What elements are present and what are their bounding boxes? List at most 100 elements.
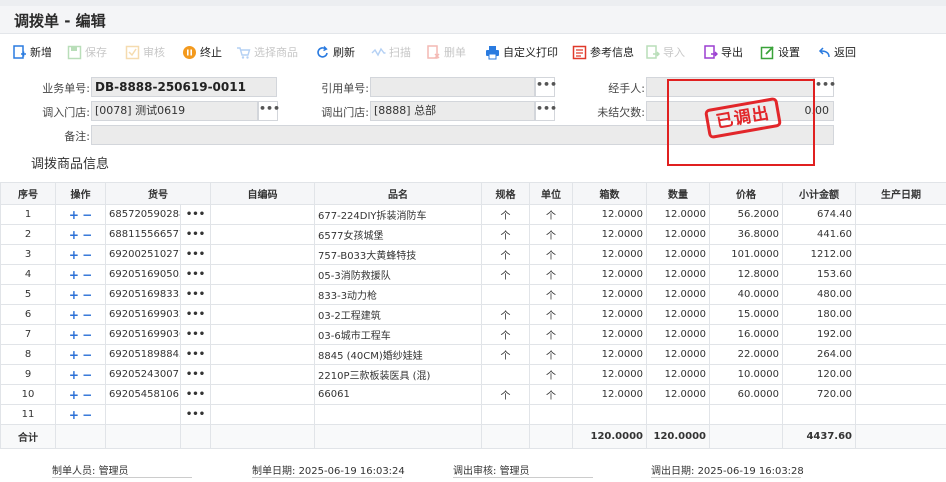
row-self-code[interactable]	[210, 324, 315, 345]
out-store-field[interactable]: [8888] 总部	[370, 101, 535, 121]
row-self-code[interactable]	[210, 364, 315, 385]
add-row-button[interactable]: +	[69, 268, 79, 282]
header-unit[interactable]: 单位	[529, 182, 573, 205]
row-prod-date[interactable]	[855, 284, 946, 305]
remove-row-button[interactable]: −	[82, 248, 92, 262]
remove-row-button[interactable]: −	[82, 268, 92, 282]
row-qty[interactable]: 12.0000	[646, 284, 710, 305]
row-price[interactable]: 60.0000	[709, 384, 783, 405]
table-row[interactable]: 11 + − •••	[0, 404, 946, 425]
table-row[interactable]: 9+ −6920524300711•••2210P三款板装医具 (混)个12.0…	[0, 364, 946, 385]
row-box[interactable]: 12.0000	[572, 224, 647, 245]
row-code-picker-button[interactable]: •••	[180, 224, 211, 245]
save-button[interactable]: 保存	[67, 43, 107, 61]
row-self-code[interactable]	[210, 244, 315, 265]
row-self-code[interactable]	[210, 344, 315, 365]
add-row-button[interactable]: +	[69, 288, 79, 302]
row-code[interactable]: 6920516990364	[105, 324, 181, 345]
row-code-picker-button[interactable]: •••	[180, 384, 211, 405]
row-prod-date[interactable]	[855, 364, 946, 385]
remove-row-button[interactable]: −	[82, 228, 92, 242]
row-prod-date[interactable]	[855, 344, 946, 365]
row-code-picker-button[interactable]: •••	[180, 264, 211, 285]
row-self-code[interactable]	[210, 264, 315, 285]
header-box[interactable]: 箱数	[572, 182, 647, 205]
row-code[interactable]: 6920516905030	[105, 264, 181, 285]
table-row[interactable]: 8+ −6920518988451•••8845 (40CM)婚纱娃娃个个12.…	[0, 344, 946, 365]
header-qty[interactable]: 数量	[646, 182, 710, 205]
add-row-button[interactable]: +	[69, 308, 79, 322]
table-row[interactable]: 7+ −6920516990364•••03-6城市工程车个个12.000012…	[0, 324, 946, 345]
row-code-picker-button[interactable]: •••	[180, 284, 211, 305]
row-prod-date[interactable]	[855, 204, 946, 225]
add-row-button[interactable]: +	[69, 348, 79, 362]
remove-row-button[interactable]: −	[82, 328, 92, 342]
audit-button[interactable]: 审核	[125, 43, 165, 61]
scan-button[interactable]: 扫描	[371, 43, 411, 61]
remove-row-button[interactable]: −	[82, 208, 92, 222]
remove-row-button[interactable]: −	[82, 348, 92, 362]
row-prod-date[interactable]	[855, 404, 946, 425]
add-row-button[interactable]: +	[69, 408, 79, 422]
new-button[interactable]: 新增	[12, 43, 52, 61]
header-price[interactable]: 价格	[709, 182, 783, 205]
header-code[interactable]: 货号	[105, 182, 211, 205]
header-spec[interactable]: 规格	[481, 182, 530, 205]
row-self-code[interactable]	[210, 404, 315, 425]
row-box[interactable]: 12.0000	[572, 284, 647, 305]
table-row[interactable]: 4+ −6920516905030•••05-3消防救援队个个12.000012…	[0, 264, 946, 285]
table-row[interactable]: 10+ −6920545810619•••66061个个12.000012.00…	[0, 384, 946, 405]
import-button[interactable]: 导入	[645, 43, 685, 61]
remove-row-button[interactable]: −	[82, 308, 92, 322]
out-store-picker-button[interactable]: •••	[535, 101, 557, 121]
row-prod-date[interactable]	[855, 324, 946, 345]
row-qty[interactable]: 12.0000	[646, 384, 710, 405]
row-box[interactable]: 12.0000	[572, 384, 647, 405]
table-row[interactable]: 1+ −6857205902889•••677-224DIY拆装消防车个个12.…	[0, 204, 946, 225]
row-self-code[interactable]	[210, 304, 315, 325]
header-self-code[interactable]: 自编码	[210, 182, 315, 205]
row-code-picker-button[interactable]: •••	[180, 304, 211, 325]
header-prod-date[interactable]: 生产日期	[855, 182, 946, 205]
row-qty[interactable]: 12.0000	[646, 344, 710, 365]
custom-print-button[interactable]: 自定义打印	[485, 43, 558, 61]
row-box[interactable]	[572, 404, 647, 425]
add-row-button[interactable]: +	[69, 388, 79, 402]
row-box[interactable]: 12.0000	[572, 204, 647, 225]
row-code[interactable]: 6920516990326	[105, 304, 181, 325]
row-code[interactable]: 6920524300711	[105, 364, 181, 385]
row-code[interactable]: 6881155665771	[105, 224, 181, 245]
row-code[interactable]: 6920025102777	[105, 244, 181, 265]
header-no[interactable]: 序号	[0, 182, 56, 205]
row-box[interactable]: 12.0000	[572, 344, 647, 365]
export-button[interactable]: 导出	[703, 43, 743, 61]
row-box[interactable]: 12.0000	[572, 324, 647, 345]
refresh-button[interactable]: 刷新	[315, 43, 355, 61]
stop-button[interactable]: 终止	[182, 43, 222, 61]
row-code[interactable]: 6920545810619	[105, 384, 181, 405]
row-box[interactable]: 12.0000	[572, 244, 647, 265]
row-qty[interactable]: 12.0000	[646, 324, 710, 345]
row-code[interactable]	[105, 404, 181, 425]
row-price[interactable]: 16.0000	[709, 324, 783, 345]
row-code-picker-button[interactable]: •••	[180, 364, 211, 385]
row-prod-date[interactable]	[855, 304, 946, 325]
row-prod-date[interactable]	[855, 244, 946, 265]
row-code[interactable]: 6857205902889	[105, 204, 181, 225]
row-qty[interactable]: 12.0000	[646, 364, 710, 385]
in-store-picker-button[interactable]: •••	[258, 101, 280, 121]
table-row[interactable]: 5+ −6920516983335•••833-3动力枪个12.000012.0…	[0, 284, 946, 305]
table-row[interactable]: 3+ −6920025102777•••757-B033大黄蜂特技个个12.00…	[0, 244, 946, 265]
header-name[interactable]: 品名	[314, 182, 482, 205]
row-price[interactable]: 22.0000	[709, 344, 783, 365]
row-qty[interactable]: 12.0000	[646, 224, 710, 245]
table-row[interactable]: 2+ −6881155665771•••6577女孩城堡个个12.000012.…	[0, 224, 946, 245]
remove-row-button[interactable]: −	[82, 288, 92, 302]
row-price[interactable]: 15.0000	[709, 304, 783, 325]
row-self-code[interactable]	[210, 204, 315, 225]
handler-picker-button[interactable]: •••	[814, 77, 836, 97]
row-price[interactable]: 101.0000	[709, 244, 783, 265]
add-row-button[interactable]: +	[69, 328, 79, 342]
remove-row-button[interactable]: −	[82, 388, 92, 402]
add-row-button[interactable]: +	[69, 248, 79, 262]
